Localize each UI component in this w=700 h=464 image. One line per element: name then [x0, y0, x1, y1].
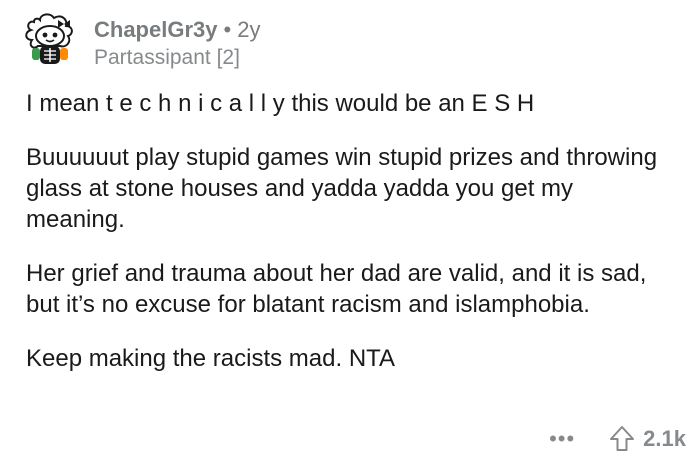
user-avatar-icon[interactable]: [20, 8, 78, 70]
comment-paragraph: I mean t e c h n i c a l l y this would …: [26, 90, 535, 117]
comment-paragraph: Her grief and trauma about her dad are v…: [26, 260, 647, 318]
header-separator: •: [223, 17, 232, 42]
vote-score: 2.1k: [643, 426, 686, 451]
comment-paragraph: Keep making the racists mad. NTA: [26, 345, 396, 372]
comment-body: I mean t e c h n i c a l l y this would …: [26, 88, 676, 397]
comment-actions: ••• 2.1k: [549, 422, 686, 456]
more-options-icon[interactable]: •••: [549, 428, 595, 450]
comment-header: ChapelGr3y • 2y: [94, 16, 260, 44]
user-flair: Partassipant [2]: [94, 46, 240, 69]
comment-age: 2y: [237, 17, 261, 42]
upvote-arrow-icon[interactable]: [609, 425, 635, 453]
username-link[interactable]: ChapelGr3y: [94, 17, 218, 42]
comment-paragraph: Buuuuuut play stupid games win stupid pr…: [26, 144, 658, 233]
comment: ChapelGr3y • 2y Partassipant [2] I mean t …: [0, 0, 700, 464]
